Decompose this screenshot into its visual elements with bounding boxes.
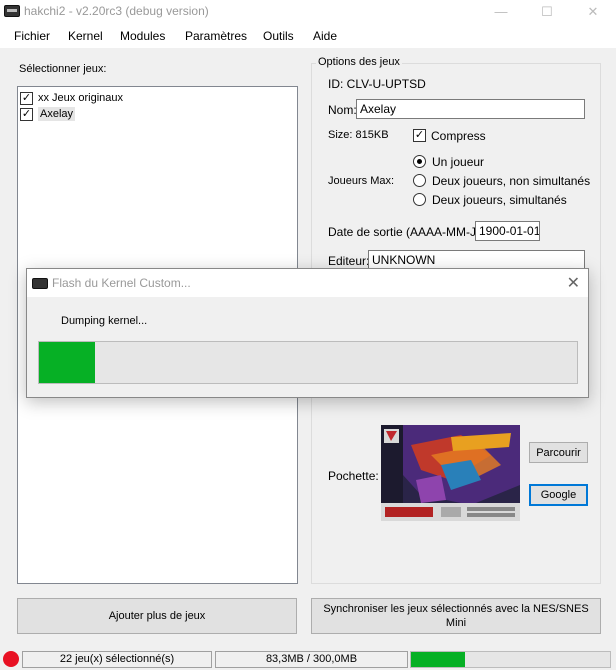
game-id: ID: CLV-U-UPTSD <box>328 77 426 91</box>
dialog-app-icon <box>32 278 48 289</box>
name-input[interactable]: Axelay <box>356 99 585 119</box>
status-indicator <box>3 651 19 667</box>
status-storage: 83,3MB / 300,0MB <box>215 651 408 668</box>
menu-parametres[interactable]: Paramètres <box>185 29 247 43</box>
max-players-label: Joueurs Max: <box>328 175 395 187</box>
dialog-progress-fill <box>39 342 96 383</box>
radio-two-players-alternate[interactable] <box>413 174 426 187</box>
status-progress-fill <box>411 652 465 667</box>
game-options-title: Options des jeux <box>316 56 402 68</box>
name-label: Nom: <box>328 103 357 117</box>
menu-aide[interactable]: Aide <box>313 29 337 43</box>
one-player-label: Un joueur <box>432 155 485 169</box>
menu-kernel[interactable]: Kernel <box>68 29 103 43</box>
dialog-close-icon[interactable]: ✕ <box>567 273 580 293</box>
minimize-button[interactable]: — <box>478 0 524 24</box>
status-progress-bar <box>410 651 611 668</box>
list-item[interactable]: ✓ xx Jeux originaux <box>20 90 123 106</box>
radio-one-player[interactable] <box>413 155 426 168</box>
game-checkbox[interactable]: ✓ <box>20 107 33 121</box>
dialog-message: Dumping kernel... <box>61 315 148 327</box>
select-games-label: Sélectionner jeux: <box>19 63 107 75</box>
maximize-button[interactable]: ☐ <box>524 0 570 24</box>
window-title: hakchi2 - v2.20rc3 (debug version) <box>24 4 209 18</box>
list-item[interactable]: ✓ Axelay <box>20 106 76 122</box>
menu-bar: Fichier Kernel Modules Paramètres Outils… <box>0 24 616 48</box>
game-label: xx Jeux originaux <box>38 92 123 104</box>
release-date-input[interactable]: 1900-01-01 <box>475 221 540 241</box>
browse-button[interactable]: Parcourir <box>529 442 588 463</box>
compress-label: Compress <box>431 129 486 143</box>
dialog-title-bar: Flash du Kernel Custom... ✕ <box>27 269 588 297</box>
menu-fichier[interactable]: Fichier <box>14 29 50 43</box>
size-label: Size: 815KB <box>328 129 389 141</box>
menu-modules[interactable]: Modules <box>120 29 165 43</box>
two-players-simultaneous-label: Deux joueurs, simultanés <box>432 193 567 207</box>
dialog-progress-bar <box>38 341 578 384</box>
release-date-label: Date de sortie (AAAA-MM-JJ): <box>328 225 490 239</box>
sync-button[interactable]: Synchroniser les jeux sélectionnés avec … <box>311 598 601 634</box>
cover-label: Pochette: <box>328 469 379 483</box>
dialog-title: Flash du Kernel Custom... <box>52 276 191 290</box>
publisher-label: Editeur: <box>328 254 370 268</box>
add-games-button[interactable]: Ajouter plus de jeux <box>17 598 297 634</box>
menu-outils[interactable]: Outils <box>263 29 294 43</box>
game-checkbox[interactable]: ✓ <box>20 91 33 105</box>
game-label: Axelay <box>38 107 76 121</box>
status-selected-games: 22 jeu(x) sélectionné(s) <box>22 651 212 668</box>
google-button[interactable]: Google <box>529 484 588 506</box>
flash-kernel-dialog: Flash du Kernel Custom... ✕ Dumping kern… <box>26 268 589 398</box>
radio-two-players-simultaneous[interactable] <box>413 193 426 206</box>
title-bar: hakchi2 - v2.20rc3 (debug version) — ☐ ✕ <box>0 0 616 24</box>
close-button[interactable]: ✕ <box>570 0 616 24</box>
cover-image <box>381 425 520 521</box>
compress-checkbox[interactable]: ✓ <box>413 129 426 142</box>
publisher-input[interactable]: UNKNOWN <box>368 250 585 270</box>
two-players-alternate-label: Deux joueurs, non simultanés <box>432 174 591 188</box>
status-bar: 22 jeu(x) sélectionné(s) 83,3MB / 300,0M… <box>0 648 616 670</box>
app-icon <box>4 5 20 17</box>
